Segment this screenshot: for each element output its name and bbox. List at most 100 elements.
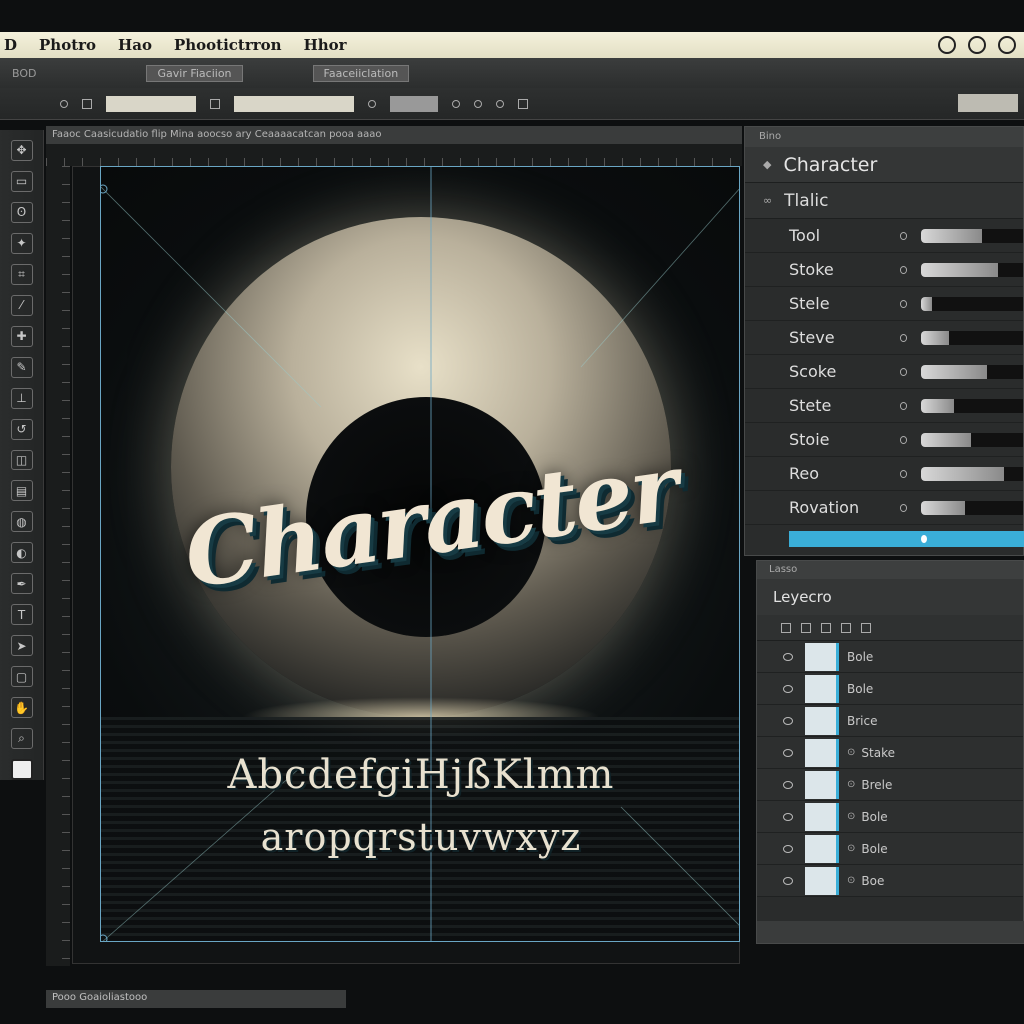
layer-fx-icon[interactable]: ⊙ <box>847 747 855 758</box>
property-row[interactable]: Stele <box>745 287 1023 321</box>
brush-tool-icon[interactable]: ✎ <box>10 356 33 378</box>
link-layers-icon[interactable] <box>801 622 811 633</box>
layer-fx-icon[interactable]: ⊙ <box>847 811 855 822</box>
radio-icon[interactable] <box>60 99 68 108</box>
property-slider[interactable] <box>921 398 1023 413</box>
property-slider[interactable] <box>921 262 1023 277</box>
panel-menu-icon[interactable]: ◆ <box>763 158 771 171</box>
property-row[interactable]: Reo <box>745 457 1023 491</box>
property-row[interactable]: Stoie <box>745 423 1023 457</box>
property-slider[interactable] <box>921 432 1023 447</box>
property-toggle-icon[interactable] <box>899 435 908 444</box>
healing-tool-icon[interactable]: ✚ <box>10 325 33 347</box>
color-slider-handle[interactable] <box>921 535 927 543</box>
lasso-tool-icon[interactable]: ʘ <box>10 201 33 223</box>
visibility-eye-icon[interactable] <box>783 812 793 821</box>
warp-text-icon[interactable] <box>518 98 528 109</box>
font-size-field[interactable] <box>390 95 438 112</box>
color-slider-track[interactable] <box>789 531 1024 547</box>
artboard[interactable]: Character AbcdefgiHjßKlmm aropqrstuvwxyz <box>100 166 740 942</box>
character-panel-tab[interactable]: Bino <box>745 127 1023 147</box>
dodge-tool-icon[interactable]: ◐ <box>10 542 33 564</box>
property-toggle-icon[interactable] <box>899 265 908 274</box>
options-right-button[interactable] <box>958 94 1018 112</box>
hand-tool-icon[interactable]: ✋ <box>10 697 33 719</box>
shape-tool-icon[interactable]: ▢ <box>10 666 33 688</box>
property-toggle-icon[interactable] <box>899 503 908 512</box>
property-slider[interactable] <box>921 330 1023 345</box>
checkbox-icon[interactable] <box>82 98 92 109</box>
property-toggle-icon[interactable] <box>899 367 908 376</box>
property-row[interactable]: Scoke <box>745 355 1023 389</box>
minimize-button[interactable] <box>938 36 956 54</box>
font-family-field[interactable] <box>106 95 196 112</box>
font-style-field[interactable] <box>234 95 354 112</box>
menu-item-image[interactable]: Phootictrron <box>174 36 282 54</box>
gradient-tool-icon[interactable]: ▤ <box>10 480 33 502</box>
menu-item-file[interactable]: D <box>4 36 17 54</box>
pen-tool-icon[interactable]: ✒ <box>10 573 33 595</box>
property-row[interactable]: Stoke <box>745 253 1023 287</box>
property-toggle-icon[interactable] <box>899 469 908 478</box>
property-toggle-icon[interactable] <box>899 299 908 308</box>
visibility-eye-icon[interactable] <box>783 652 793 661</box>
visibility-eye-icon[interactable] <box>783 780 793 789</box>
marquee-tool-icon[interactable]: ▭ <box>10 170 33 192</box>
color-swatch-icon[interactable] <box>10 759 33 781</box>
visibility-eye-icon[interactable] <box>783 876 793 885</box>
layer-fx-icon[interactable]: ⊙ <box>847 843 855 854</box>
eraser-tool-icon[interactable]: ◫ <box>10 449 33 471</box>
layer-row[interactable]: ⊙ Bole <box>757 833 1023 865</box>
property-slider[interactable] <box>921 500 1023 515</box>
visibility-eye-icon[interactable] <box>783 684 793 693</box>
options-pill-2[interactable]: Faaceiiclation <box>312 64 410 82</box>
property-row[interactable]: Stete <box>745 389 1023 423</box>
layer-fx-icon[interactable]: ⊙ <box>847 875 855 886</box>
property-toggle-icon[interactable] <box>899 333 908 342</box>
property-row[interactable]: Tool <box>745 219 1023 253</box>
mask-icon[interactable] <box>841 622 851 633</box>
layer-row[interactable]: ⊙ Bole <box>757 801 1023 833</box>
align-right-icon[interactable] <box>496 99 504 108</box>
layer-row[interactable]: ⊙ Stake <box>757 737 1023 769</box>
eyedropper-tool-icon[interactable]: ⁄ <box>10 294 33 316</box>
magic-wand-tool-icon[interactable]: ✦ <box>10 232 33 254</box>
property-slider[interactable] <box>921 466 1023 481</box>
alphabet-line-1[interactable]: AbcdefgiHjßKlmm <box>101 752 739 798</box>
menu-item-edit[interactable]: Hao <box>118 36 152 54</box>
crop-tool-icon[interactable]: ⌗ <box>10 263 33 285</box>
move-tool-icon[interactable]: ✥ <box>10 140 33 161</box>
adjustment-icon[interactable] <box>861 622 871 633</box>
history-brush-tool-icon[interactable]: ↺ <box>10 418 33 440</box>
layer-row[interactable]: Brice <box>757 705 1023 737</box>
property-slider[interactable] <box>921 228 1023 243</box>
align-center-icon[interactable] <box>474 99 482 108</box>
property-toggle-icon[interactable] <box>899 231 908 240</box>
property-toggle-icon[interactable] <box>899 401 908 410</box>
maximize-button[interactable] <box>968 36 986 54</box>
lock-icon[interactable] <box>781 622 791 633</box>
font-style-row[interactable]: ∞ Tlalic <box>745 183 1023 219</box>
visibility-eye-icon[interactable] <box>783 844 793 853</box>
type-tool-icon[interactable]: T <box>10 604 33 626</box>
document-tab[interactable]: Faaoc Caasicudatio flip Mina aoocso ary … <box>46 126 742 144</box>
visibility-eye-icon[interactable] <box>783 748 793 757</box>
property-row[interactable]: Steve <box>745 321 1023 355</box>
align-left-icon[interactable] <box>452 99 460 108</box>
options-pill-1[interactable]: Gavir Fiaciion <box>146 64 243 82</box>
property-slider[interactable] <box>921 296 1023 311</box>
close-button[interactable] <box>998 36 1016 54</box>
layer-row[interactable]: ⊙ Boe <box>757 865 1023 897</box>
option-dot-icon[interactable] <box>368 99 376 108</box>
options-label-1[interactable]: BOD <box>12 67 36 80</box>
zoom-tool-icon[interactable]: ⌕ <box>10 728 33 750</box>
fx-icon[interactable] <box>821 622 831 633</box>
layer-row[interactable]: Bole <box>757 641 1023 673</box>
layer-row[interactable]: Bole <box>757 673 1023 705</box>
layer-row[interactable]: ⊙ Brele <box>757 769 1023 801</box>
layers-panel-tab[interactable]: Lasso <box>757 561 1023 579</box>
menu-item-photo[interactable]: Photro <box>39 36 96 54</box>
dropdown-icon[interactable] <box>210 98 220 109</box>
property-slider[interactable] <box>921 364 1023 379</box>
alphabet-line-2[interactable]: aropqrstuvwxyz <box>101 815 739 859</box>
